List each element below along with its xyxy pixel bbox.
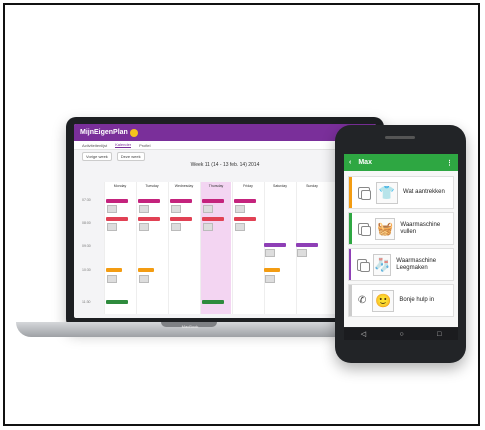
laundry-icon: 🧦	[373, 253, 392, 276]
washing-machine-icon: 🧺	[374, 217, 396, 240]
calendar-event[interactable]	[264, 268, 280, 272]
activity-picto	[107, 275, 117, 283]
task-label: Waarmaschine vullen	[400, 221, 441, 235]
copy-icon[interactable]	[357, 258, 371, 272]
app-tabs: Activiteitenlijst Kalender Profiel	[74, 141, 376, 150]
day-name: Friday	[243, 184, 253, 188]
day-name: Monday	[113, 184, 127, 188]
calendar-event[interactable]	[138, 199, 160, 203]
calendar-event[interactable]	[234, 199, 256, 203]
task-label: Waarmaschine Leegmaken	[396, 257, 437, 271]
prev-week-button[interactable]: Vorige week	[82, 151, 112, 161]
calendar-event[interactable]	[264, 243, 286, 247]
activity-picto	[203, 223, 213, 231]
task-item[interactable]: 🧺 Waarmaschine vullen	[348, 212, 454, 245]
task-accent	[349, 249, 352, 280]
day-name: Thursday	[208, 184, 224, 188]
shirt-icon: 👕	[376, 181, 398, 204]
android-nav-bar: ◁ ○ □	[344, 328, 458, 340]
activity-picto	[171, 205, 181, 213]
calendar-event[interactable]	[296, 243, 318, 247]
copy-icon[interactable]	[357, 222, 372, 236]
copy-icon[interactable]	[358, 186, 371, 200]
calendar-event[interactable]	[202, 300, 224, 304]
activity-picto	[139, 275, 149, 283]
activity-picto	[235, 223, 245, 231]
task-accent	[349, 213, 352, 244]
calendar-event[interactable]	[170, 217, 192, 221]
laptop-brand: MacBook	[181, 324, 199, 329]
activity-picto	[265, 249, 275, 257]
phone-title: Max	[358, 159, 372, 166]
phone-help-icon: 🙂	[372, 289, 395, 312]
nav-recents-icon[interactable]: □	[437, 331, 441, 338]
tab-activities[interactable]: Activiteitenlijst	[82, 143, 107, 148]
calendar-event[interactable]	[106, 268, 122, 272]
week-title: Week 11 (14 - 13 feb. 14) 2014	[190, 162, 260, 168]
nav-home-icon[interactable]: ○	[399, 331, 403, 338]
day-name: Wednesday	[174, 184, 194, 188]
overflow-menu-icon[interactable]: ⋮	[446, 159, 453, 167]
task-accent	[349, 285, 352, 316]
day-name: Saturday	[272, 184, 287, 188]
calendar-event[interactable]	[106, 217, 128, 221]
calendar-event[interactable]	[202, 199, 224, 203]
app-logo: MijnEigenPlan	[80, 129, 128, 136]
activity-picto	[203, 205, 213, 213]
phone-screen: ‹ Max ⋮ 👕 Wat aantrekken 🧺 Waarmaschine …	[344, 154, 458, 327]
activity-picto	[139, 223, 149, 231]
task-accent	[349, 177, 352, 208]
phone-app-bar: ‹ Max ⋮	[344, 154, 458, 171]
laptop-screen: MijnEigenPlan Activiteitenlijst Kalender…	[74, 124, 376, 318]
laptop-base: MacBook	[16, 322, 364, 337]
day-name: Tuesday	[145, 184, 159, 188]
activity-picto	[107, 205, 117, 213]
phone-call-icon[interactable]: ✆	[358, 295, 366, 306]
calendar-event[interactable]	[106, 300, 128, 304]
tab-calendar[interactable]: Kalender	[115, 142, 132, 148]
task-label: Wat aantrekken	[403, 189, 445, 195]
flower-logo-icon	[129, 128, 138, 137]
activity-picto	[297, 249, 307, 257]
calendar-event[interactable]	[138, 268, 154, 272]
time-label: 09:30	[82, 244, 91, 248]
activity-picto	[235, 205, 245, 213]
smartphone: ‹ Max ⋮ 👕 Wat aantrekken 🧺 Waarmaschine …	[335, 125, 466, 363]
phone-speaker	[385, 136, 415, 139]
calendar-event[interactable]	[170, 199, 192, 203]
calendar-event[interactable]	[106, 199, 128, 203]
week-calendar: Monday Tuesday Wednesday Thursday Friday…	[104, 182, 374, 314]
day-name: Sunday	[306, 184, 318, 188]
time-label: 10:30	[82, 268, 91, 272]
calendar-event[interactable]	[202, 217, 224, 221]
calendar-event[interactable]	[138, 217, 160, 221]
task-item[interactable]: 👕 Wat aantrekken	[348, 176, 454, 209]
task-item[interactable]: ✆ 🙂 Bonje hulp in	[348, 284, 454, 317]
this-week-button[interactable]: Deze week	[116, 151, 145, 161]
task-label: Bonje hulp in	[399, 297, 435, 303]
time-label: 11:30	[82, 300, 91, 304]
nav-back-icon[interactable]: ◁	[361, 330, 366, 338]
activity-picto	[171, 223, 181, 231]
calendar-toolbar: Vorige week Deze week	[74, 150, 376, 162]
calendar-event[interactable]	[234, 217, 256, 221]
tab-profile[interactable]: Profiel	[139, 143, 150, 148]
activity-picto	[139, 205, 149, 213]
activity-picto	[107, 223, 117, 231]
time-label: 07:30	[82, 198, 91, 202]
activity-picto	[265, 275, 275, 283]
time-label: 08:00	[82, 221, 91, 225]
app-header: MijnEigenPlan	[74, 124, 376, 141]
day-column: Sunday	[296, 182, 327, 314]
day-column: Saturday	[264, 182, 295, 314]
task-item[interactable]: 🧦 Waarmaschine Leegmaken	[348, 248, 454, 281]
back-arrow-icon[interactable]: ‹	[349, 159, 351, 166]
